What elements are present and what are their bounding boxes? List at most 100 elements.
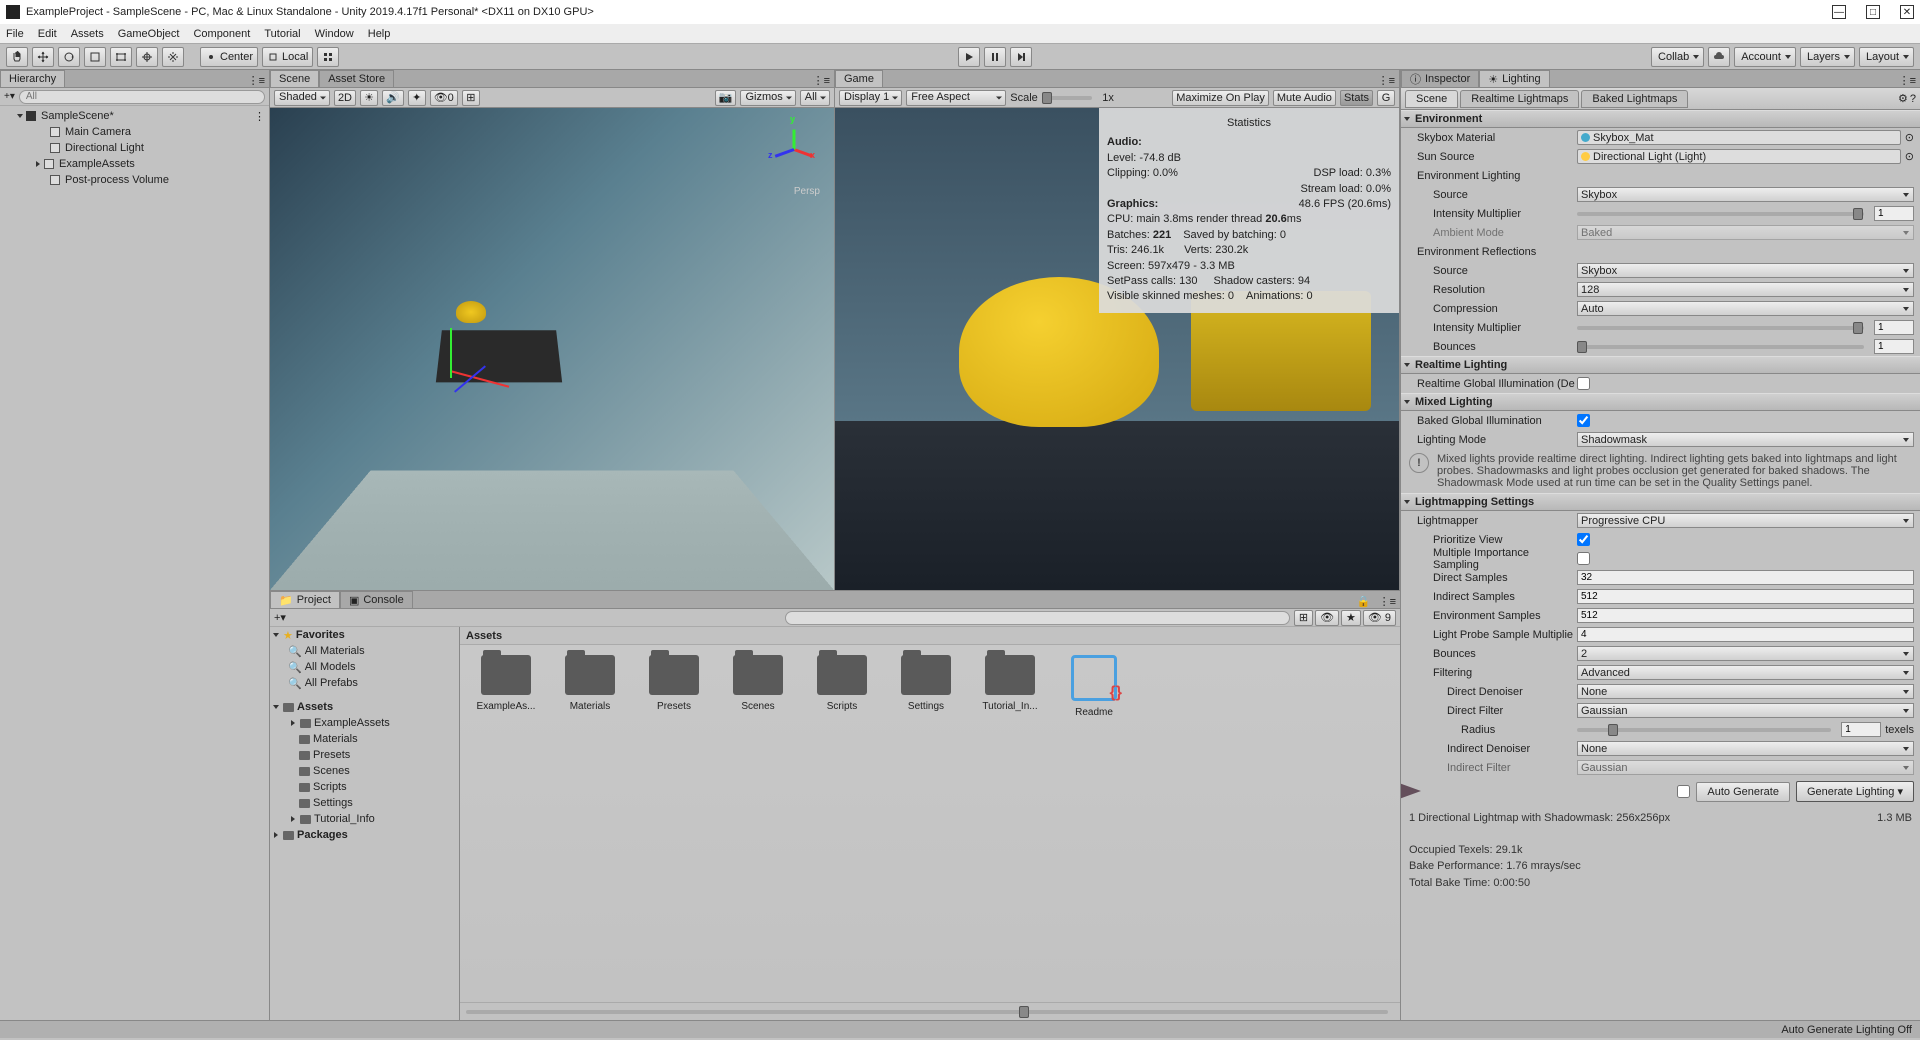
lightmapper-dropdown[interactable]: Progressive CPU xyxy=(1577,513,1914,528)
bgi-checkbox[interactable] xyxy=(1577,414,1590,427)
collab-dropdown[interactable]: Collab xyxy=(1651,47,1704,67)
menu-gameobject[interactable]: GameObject xyxy=(118,28,180,40)
lightmapping-header[interactable]: Lightmapping Settings xyxy=(1401,493,1920,511)
help-icon[interactable]: ? xyxy=(1910,93,1916,105)
transform-tool[interactable] xyxy=(136,47,158,67)
create-dropdown[interactable]: +▾ xyxy=(4,91,15,102)
asset-folder[interactable]: Materials xyxy=(558,655,622,712)
folder-item[interactable]: ExampleAssets xyxy=(270,715,459,731)
lp-mult-field[interactable] xyxy=(1577,627,1914,642)
realtime-lightmaps-tab[interactable]: Realtime Lightmaps xyxy=(1460,90,1579,108)
mis-checkbox[interactable] xyxy=(1577,552,1590,565)
menu-file[interactable]: File xyxy=(6,28,24,40)
refl-intensity-slider[interactable] xyxy=(1577,326,1864,330)
d-denoiser-dropdown[interactable]: None xyxy=(1577,684,1914,699)
scale-tool[interactable] xyxy=(84,47,106,67)
game-tab[interactable]: Game xyxy=(835,70,883,87)
bounces-value[interactable] xyxy=(1874,339,1914,354)
mixed-lighting-header[interactable]: Mixed Lighting xyxy=(1401,393,1920,411)
fx-icon[interactable]: ✦ xyxy=(408,90,426,106)
hidden-icon[interactable]: 👁0 xyxy=(430,90,458,106)
create-asset[interactable]: +▾ xyxy=(274,611,286,624)
menu-window[interactable]: Window xyxy=(315,28,354,40)
folder-item[interactable]: Materials xyxy=(270,731,459,747)
intensity-slider[interactable] xyxy=(1577,212,1864,216)
hierarchy-item[interactable]: Directional Light xyxy=(0,140,269,156)
filter-icon[interactable]: ⊞ xyxy=(1294,610,1313,626)
close-button[interactable]: ✕ xyxy=(1900,5,1914,19)
asset-folder[interactable]: ExampleAs... xyxy=(474,655,538,712)
lighting-scene-tab[interactable]: Scene xyxy=(1405,90,1458,108)
asset-folder[interactable]: Settings xyxy=(894,655,958,712)
pivot-local[interactable]: Local xyxy=(262,47,313,67)
lighting-icon[interactable]: ☀ xyxy=(360,90,378,106)
folder-item[interactable]: Tutorial_Info xyxy=(270,811,459,827)
scene-canvas[interactable]: y x z Persp xyxy=(270,108,834,590)
bounces-dropdown[interactable]: 2 xyxy=(1577,646,1914,661)
sun-source-field[interactable]: Directional Light (Light) xyxy=(1577,149,1901,164)
indirect-samples-field[interactable] xyxy=(1577,589,1914,604)
folder-item[interactable]: Scripts xyxy=(270,779,459,795)
maximize-toggle[interactable]: Maximize On Play xyxy=(1172,90,1269,106)
favorites-header[interactable]: ★Favorites xyxy=(270,627,459,643)
rgi-checkbox[interactable] xyxy=(1577,377,1590,390)
layout-dropdown[interactable]: Layout xyxy=(1859,47,1914,67)
mute-toggle[interactable]: Mute Audio xyxy=(1273,90,1336,106)
asset-folder[interactable]: Scripts xyxy=(810,655,874,712)
gizmos-toggle[interactable]: G xyxy=(1377,90,1395,106)
pivot-center[interactable]: Center xyxy=(200,47,258,67)
gizmos-dropdown[interactable]: Gizmos xyxy=(740,90,795,106)
env-samples-field[interactable] xyxy=(1577,608,1914,623)
bounces-slider[interactable] xyxy=(1577,345,1864,349)
move-tool[interactable] xyxy=(32,47,54,67)
environment-header[interactable]: Environment xyxy=(1401,110,1920,128)
custom-tool[interactable] xyxy=(162,47,184,67)
asset-folder[interactable]: Scenes xyxy=(726,655,790,712)
fav-item[interactable]: 🔍All Prefabs xyxy=(270,675,459,691)
icon-size-slider[interactable] xyxy=(466,1010,1388,1014)
asset-folder[interactable]: Tutorial_In... xyxy=(978,655,1042,712)
generate-lighting-button[interactable]: Generate Lighting ▾ xyxy=(1796,781,1914,802)
i-filter-dropdown[interactable]: Gaussian xyxy=(1577,760,1914,775)
hierarchy-item[interactable]: ExampleAssets xyxy=(0,156,269,172)
settings-icon[interactable]: ⚙ xyxy=(1898,92,1908,105)
i-denoiser-dropdown[interactable]: None xyxy=(1577,741,1914,756)
step-button[interactable] xyxy=(1010,47,1032,67)
rect-tool[interactable] xyxy=(110,47,132,67)
scene-item[interactable]: SampleScene*⋮ xyxy=(0,108,269,124)
baked-lightmaps-tab[interactable]: Baked Lightmaps xyxy=(1581,90,1688,108)
folder-item[interactable]: Presets xyxy=(270,747,459,763)
realtime-lighting-header[interactable]: Realtime Lighting xyxy=(1401,356,1920,374)
asset-store-tab[interactable]: Asset Store xyxy=(319,70,394,87)
hierarchy-search[interactable] xyxy=(19,90,265,104)
menu-tutorial[interactable]: Tutorial xyxy=(264,28,300,40)
menu-edit[interactable]: Edit xyxy=(38,28,57,40)
rotate-tool[interactable] xyxy=(58,47,80,67)
env-source-dropdown[interactable]: Skybox xyxy=(1577,187,1914,202)
assets-header[interactable]: Assets xyxy=(270,699,459,715)
shading-mode[interactable]: Shaded xyxy=(274,90,330,106)
inspector-tab[interactable]: ⓘ Inspector xyxy=(1401,70,1479,87)
2d-toggle[interactable]: 2D xyxy=(334,90,356,106)
menu-component[interactable]: Component xyxy=(193,28,250,40)
eye-icon[interactable]: 👁 xyxy=(1315,610,1339,626)
star-icon[interactable]: ★ xyxy=(1341,610,1361,626)
hand-tool[interactable] xyxy=(6,47,28,67)
fav-item[interactable]: 🔍All Models xyxy=(270,659,459,675)
lighting-tab[interactable]: ☀ Lighting xyxy=(1479,70,1549,87)
scene-tab[interactable]: Scene xyxy=(270,70,319,87)
folder-item[interactable]: Settings xyxy=(270,795,459,811)
radius-value[interactable] xyxy=(1841,722,1881,737)
radius-slider[interactable] xyxy=(1577,728,1831,732)
prioritize-checkbox[interactable] xyxy=(1577,533,1590,546)
d-filter-dropdown[interactable]: Gaussian xyxy=(1577,703,1914,718)
lock-icon[interactable]: 🔒 xyxy=(1353,595,1375,608)
project-tab[interactable]: 📁 Project xyxy=(270,591,340,608)
menu-assets[interactable]: Assets xyxy=(71,28,104,40)
asset-folder[interactable]: Presets xyxy=(642,655,706,712)
scale-slider[interactable] xyxy=(1042,96,1092,100)
audio-icon[interactable]: 🔊 xyxy=(382,90,404,106)
aspect-dropdown[interactable]: Free Aspect xyxy=(906,90,1006,106)
minimize-button[interactable]: — xyxy=(1832,5,1846,19)
fav-item[interactable]: 🔍All Materials xyxy=(270,643,459,659)
